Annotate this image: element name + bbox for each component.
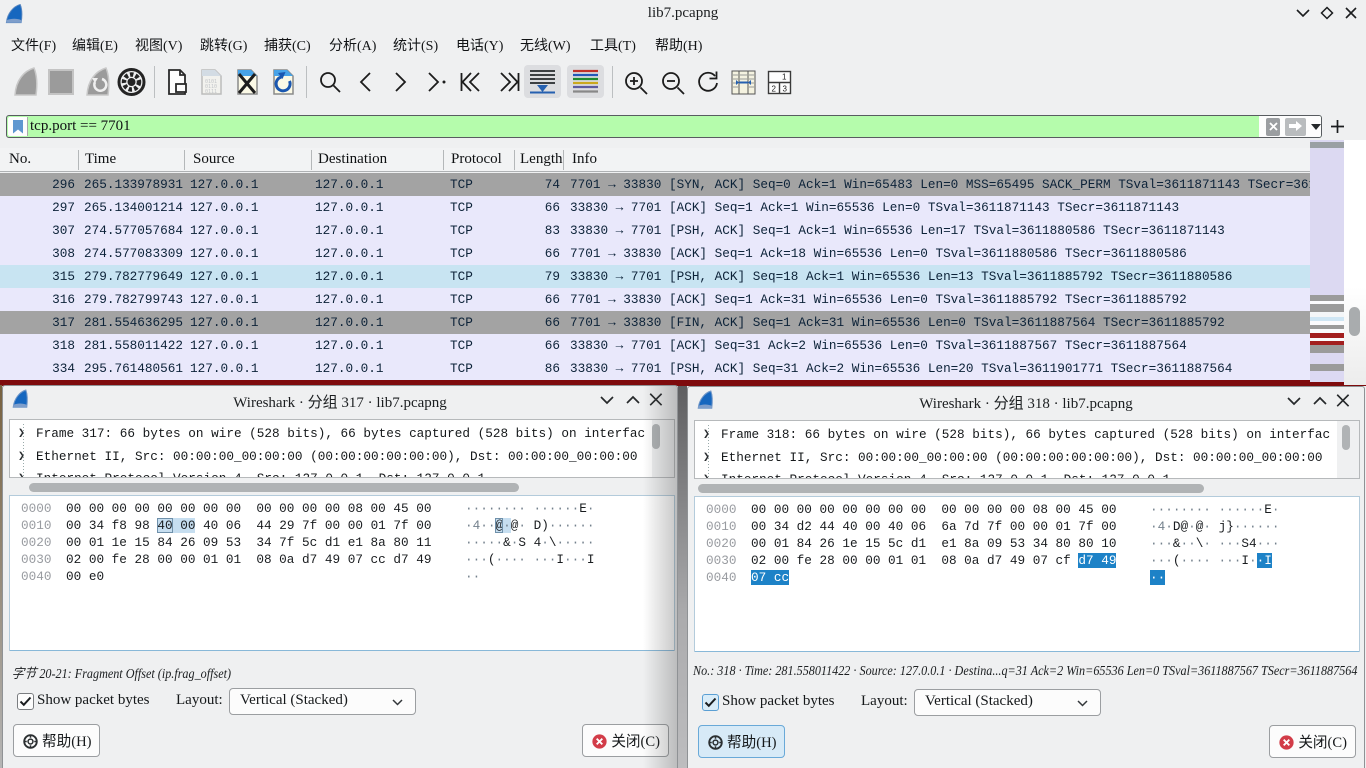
svg-text:1: 1 — [782, 73, 787, 82]
svg-text:2: 2 — [772, 85, 777, 94]
svg-text:3: 3 — [783, 85, 788, 94]
svg-text:0111: 0111 — [205, 89, 217, 95]
